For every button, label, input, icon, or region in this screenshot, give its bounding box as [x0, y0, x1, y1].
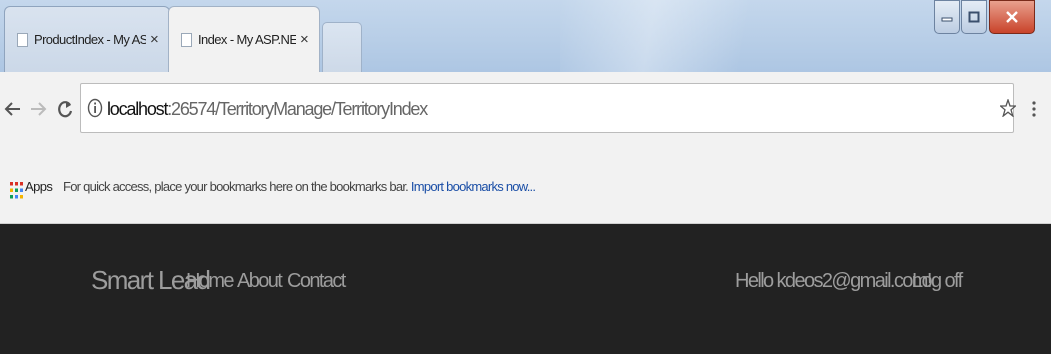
nav-about-link[interactable]: About	[237, 270, 283, 293]
logoff-link[interactable]: Log off	[912, 270, 963, 293]
apps-shortcut[interactable]: Apps	[25, 179, 53, 194]
back-arrow-icon	[4, 102, 20, 116]
bookmarks-bar: Apps For quick access, place your bookma…	[0, 160, 1051, 224]
forward-arrow-icon	[31, 102, 47, 116]
close-window-button[interactable]	[989, 0, 1035, 34]
reload-button[interactable]	[54, 92, 76, 126]
tab-close-icon[interactable]: ×	[300, 32, 309, 47]
address-bar[interactable]: localhost:26574/TerritoryManage/Territor…	[80, 83, 1014, 133]
close-icon	[1006, 11, 1018, 23]
back-button[interactable]	[2, 92, 24, 126]
star-icon[interactable]	[1000, 99, 1016, 117]
page-icon	[181, 32, 192, 47]
import-bookmarks-link[interactable]: Import bookmarks now...	[411, 179, 536, 194]
url-path: :26574/TerritoryManage/TerritoryIndex	[167, 99, 428, 119]
title-bar: ProductIndex - My ASP. × Index - My ASP.…	[0, 0, 1051, 72]
browser-toolbar: localhost:26574/TerritoryManage/Territor…	[0, 72, 1051, 160]
nav-home-link[interactable]: Home	[186, 270, 235, 293]
apps-grid-icon[interactable]	[10, 182, 23, 199]
tab-close-icon[interactable]: ×	[150, 32, 159, 47]
url-text[interactable]: localhost:26574/TerritoryManage/Territor…	[107, 92, 428, 126]
new-tab-button[interactable]	[322, 22, 362, 72]
url-host: localhost	[107, 99, 168, 119]
bookmarks-hint: For quick access, place your bookmarks h…	[63, 179, 536, 194]
menu-dots-icon[interactable]	[1031, 100, 1037, 118]
nav-contact-link[interactable]: Contact	[287, 270, 346, 293]
user-greeting-link[interactable]: Hello kdeos2@gmail.com!	[735, 270, 932, 293]
tab-product-index[interactable]: ProductIndex - My ASP. ×	[4, 6, 170, 72]
tab-index[interactable]: Index - My ASP.NET App ×	[168, 6, 320, 72]
tab-title: ProductIndex - My ASP.	[34, 32, 146, 47]
info-icon[interactable]	[87, 98, 103, 118]
title-bar-glass	[560, 0, 760, 72]
minimize-icon	[941, 17, 953, 22]
maximize-button[interactable]	[961, 0, 987, 34]
forward-button[interactable]	[27, 92, 49, 126]
reload-icon	[58, 101, 73, 118]
page-icon	[17, 32, 28, 47]
tab-title: Index - My ASP.NET App	[198, 32, 296, 47]
maximize-icon	[968, 11, 980, 23]
bookmarks-hint-text: For quick access, place your bookmarks h…	[63, 179, 409, 194]
minimize-button[interactable]	[934, 0, 960, 34]
site-navbar: Smart Lead Home About Contact Hello kdeo…	[0, 224, 1051, 354]
